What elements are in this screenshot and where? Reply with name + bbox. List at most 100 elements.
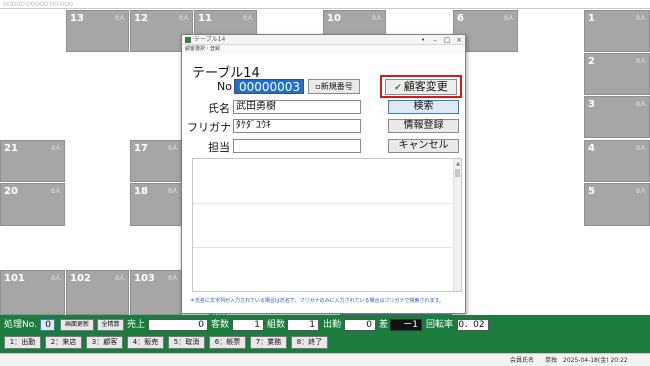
table-tile-21[interactable]: 21 0人 — [0, 140, 65, 182]
table-count: 0人 — [168, 275, 178, 282]
table-number: 12 — [134, 13, 148, 24]
f4-sales-button[interactable]: 4：販売 — [127, 336, 164, 349]
table-count: 0人 — [372, 15, 382, 22]
change-customer-button[interactable]: ✔ 顧客変更 — [385, 79, 457, 95]
staff-field[interactable] — [233, 139, 361, 153]
customer-number-field[interactable]: 00000003 — [234, 79, 304, 94]
table-number: 11 — [198, 13, 212, 24]
f7-business-button[interactable]: 7：業務 — [250, 336, 287, 349]
table-number: 17 — [134, 143, 148, 154]
table-count: 0人 — [51, 275, 61, 282]
scroll-up-icon[interactable]: ▲ — [456, 161, 460, 167]
attendance-label: 出勤 — [323, 320, 342, 330]
f1-attendance-button[interactable]: 1：出勤 — [4, 336, 41, 349]
table-count: 0人 — [636, 145, 646, 152]
bottom-panel: 処理No. 0 画面更新 全精算 売上 0 客数 1 組数 1 出勤 0 差 ー… — [0, 315, 650, 353]
customers-label: 客数 — [211, 320, 230, 330]
table-tile-13[interactable]: 13 0人 — [66, 10, 129, 52]
dialog-subtitle: 顧客選択・登録 — [182, 45, 465, 54]
table-number: 20 — [4, 186, 18, 197]
refresh-button[interactable]: 画面更新 — [60, 319, 94, 331]
table-tile-4[interactable]: 4 0人 — [584, 140, 650, 182]
table-number: 6 — [457, 13, 464, 24]
cancel-button[interactable]: キャンセル — [388, 139, 459, 153]
pin-icon[interactable]: • — [417, 35, 429, 45]
dialog-title-bar: テーブル14 • – □ × — [182, 35, 465, 45]
search-button[interactable]: 検索 — [388, 100, 459, 114]
f6-report-button[interactable]: 6：帳票 — [209, 336, 246, 349]
status-bar: 会員氏名 単独 2025-04-18(金) 20:22 — [0, 353, 650, 366]
customer-dialog: テーブル14 • – □ × 顧客選択・登録 テーブル14 No 0000000… — [181, 34, 466, 314]
table-number: 21 — [4, 143, 18, 154]
app-icon — [185, 37, 191, 43]
table-number: 3 — [588, 99, 595, 110]
table-count: 0人 — [636, 101, 646, 108]
table-number: 2 — [588, 56, 595, 67]
furigana-field[interactable]: ﾀｹﾀﾞﾕｳｷ — [233, 119, 361, 133]
table-count: 0人 — [179, 15, 189, 22]
table-count: 0人 — [51, 188, 61, 195]
change-customer-label: 顧客変更 — [403, 80, 448, 93]
scroll-thumb[interactable] — [455, 169, 460, 177]
staff-label: 担当 — [208, 141, 230, 154]
customers-value: 1 — [232, 319, 264, 331]
dialog-window-title: テーブル14 — [194, 36, 226, 43]
f3-customer-button[interactable]: 3：顧客 — [86, 336, 123, 349]
table-count: 0人 — [168, 145, 178, 152]
table-tile-103[interactable]: 103 0人 — [130, 270, 182, 315]
name-field[interactable]: 武田勇樹 — [233, 100, 361, 114]
table-tile-102[interactable]: 102 0人 — [66, 270, 129, 315]
table-count: 0人 — [504, 15, 514, 22]
table-tile-2[interactable]: 2 0人 — [584, 53, 650, 95]
process-number-field[interactable]: 0 — [40, 319, 55, 331]
f2-visit-button[interactable]: 2：来店 — [45, 336, 82, 349]
app-title-bar: ○○○○○ ○○○○○ ○○.○○○ — [0, 0, 650, 9]
turnover-label: 回転率 — [426, 320, 454, 330]
table-tile-20[interactable]: 20 0人 — [0, 183, 65, 226]
furigana-label: フリガナ — [187, 121, 231, 134]
table-count: 0人 — [636, 188, 646, 195]
list-scrollbar[interactable]: ▲ — [453, 159, 461, 291]
table-tile-18[interactable]: 18 0人 — [130, 183, 182, 226]
table-number: 18 — [134, 186, 148, 197]
table-tile-101[interactable]: 101 0人 — [0, 270, 65, 315]
table-count: 0人 — [636, 58, 646, 65]
search-results-list[interactable]: ▲ — [192, 158, 462, 292]
table-number: 1 — [588, 13, 595, 24]
table-number: 10 — [327, 13, 341, 24]
sales-label: 売上 — [127, 320, 146, 330]
checkout-all-button[interactable]: 全精算 — [97, 319, 124, 331]
status-member-name: 会員氏名 — [510, 357, 535, 364]
table-tile-17[interactable]: 17 0人 — [130, 140, 182, 182]
table-tile-5[interactable]: 5 0人 — [584, 183, 650, 226]
table-count: 0人 — [636, 15, 646, 22]
new-number-button[interactable]: ▫新規番号 — [308, 79, 360, 94]
difference-label: 差 — [379, 320, 389, 330]
f5-cancel-button[interactable]: 5：取消 — [168, 336, 205, 349]
table-count: 0人 — [115, 275, 125, 282]
table-tile-3[interactable]: 3 0人 — [584, 96, 650, 138]
table-count: 0人 — [115, 15, 125, 22]
list-divider — [193, 203, 452, 204]
new-number-label: 新規番号 — [320, 82, 353, 91]
maximize-icon[interactable]: □ — [441, 35, 453, 45]
process-number-label: 処理No. — [4, 320, 37, 330]
table-number: 102 — [70, 273, 91, 284]
groups-value: 1 — [287, 319, 319, 331]
table-count: 0人 — [243, 15, 253, 22]
list-divider — [193, 247, 452, 248]
sales-value: 0 — [148, 319, 208, 331]
table-number: 103 — [134, 273, 155, 284]
table-number: 13 — [70, 13, 84, 24]
turnover-value: 0．02 — [457, 319, 489, 331]
minimize-icon[interactable]: – — [429, 35, 441, 45]
table-count: 0人 — [168, 188, 178, 195]
check-icon: ✔ — [394, 83, 402, 93]
f8-exit-button[interactable]: 8：終了 — [291, 336, 328, 349]
table-number: 4 — [588, 143, 595, 154]
status-datetime: 2025-04-18(金) 20:22 — [563, 357, 628, 364]
table-tile-1[interactable]: 1 0人 — [584, 10, 650, 52]
register-info-button[interactable]: 情報登録 — [388, 119, 459, 133]
close-icon[interactable]: × — [453, 35, 465, 45]
table-number: 5 — [588, 186, 595, 197]
